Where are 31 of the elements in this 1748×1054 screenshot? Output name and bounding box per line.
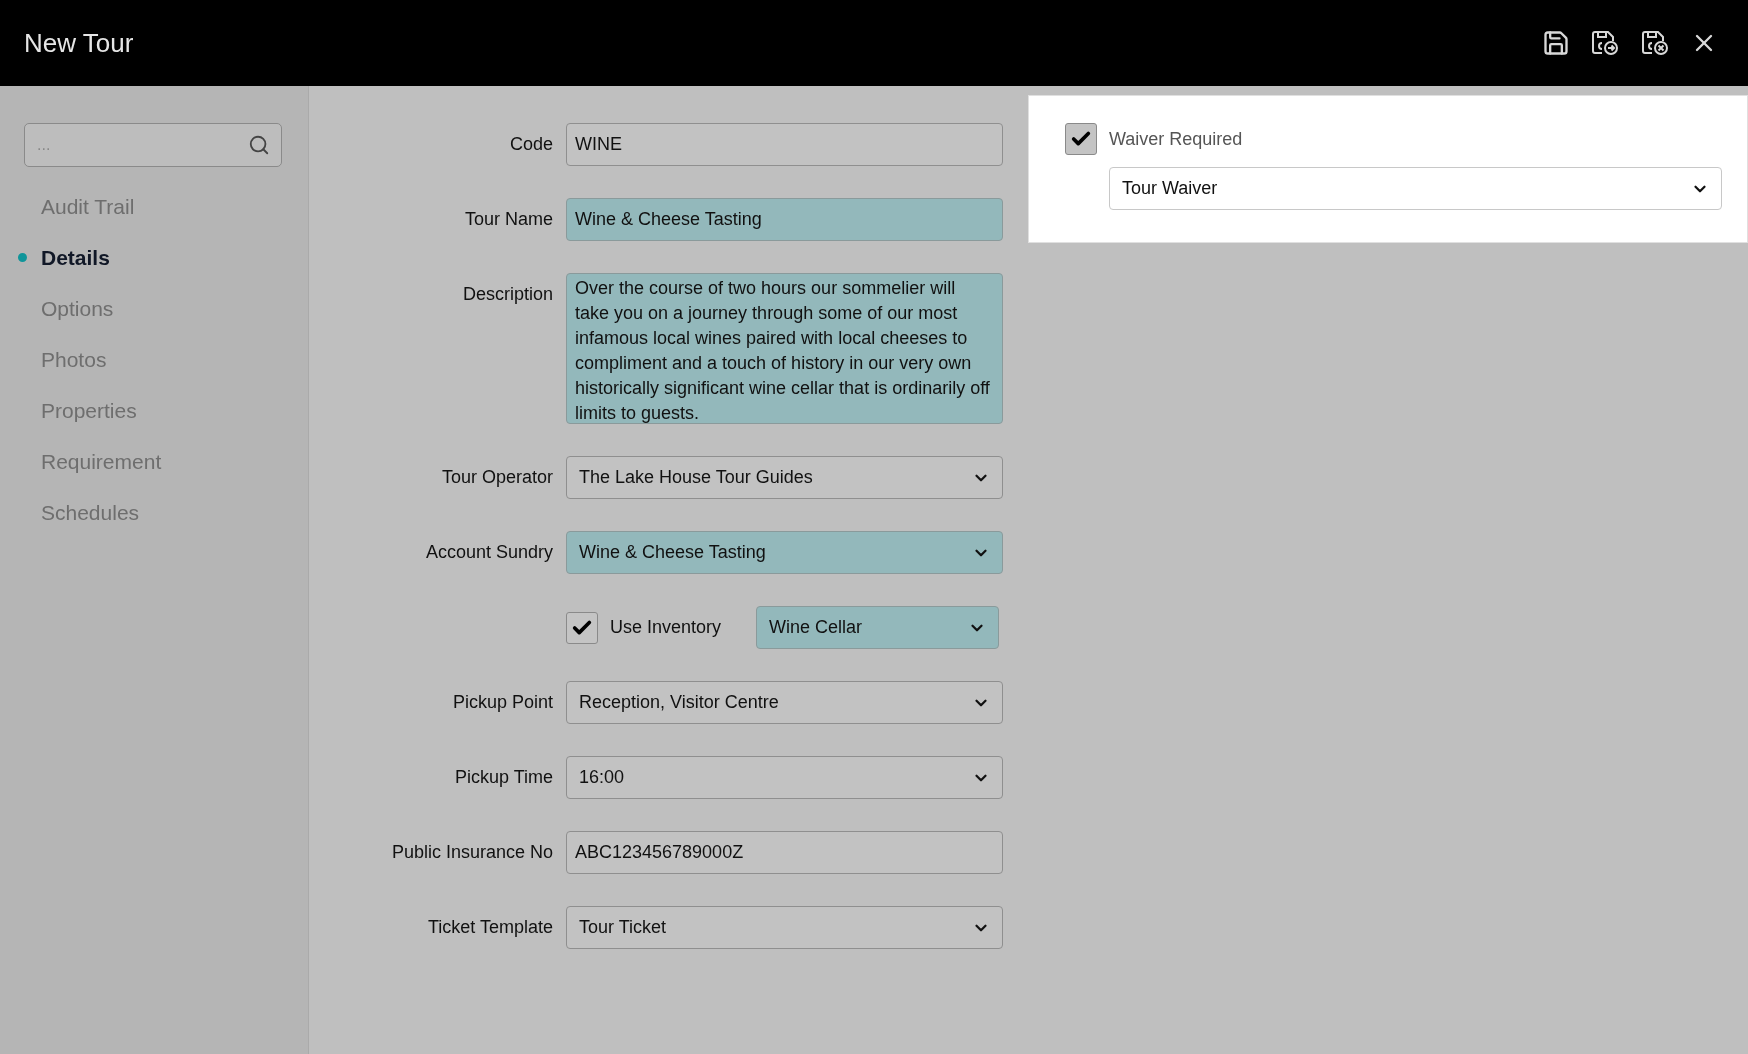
text-field[interactable]: Wine & Cheese Tasting: [566, 198, 1003, 241]
checkbox[interactable]: [1065, 123, 1097, 155]
checkbox[interactable]: [566, 611, 598, 644]
field-label: Pickup Time: [454, 766, 553, 789]
text-field[interactable]: ABC123456789000Z: [566, 831, 1003, 874]
search-icon: [248, 134, 270, 156]
checkbox-label: Use Inventory: [610, 616, 723, 639]
checkbox-label: Waiver Required: [1109, 127, 1243, 151]
sidebar-item[interactable]: Details: [41, 241, 110, 274]
text-field[interactable]: WINE: [566, 123, 1003, 166]
dropdown[interactable]: Reception, Visitor Centre: [566, 681, 1003, 724]
field-label: Code: [509, 133, 553, 156]
save-icon[interactable]: [1542, 29, 1570, 57]
dropdown[interactable]: Wine & Cheese Tasting: [566, 531, 1003, 574]
field-label: Description: [462, 283, 553, 306]
dropdown[interactable]: 16:00: [566, 756, 1003, 799]
dropdown[interactable]: The Lake House Tour Guides: [566, 456, 1003, 499]
dropdown[interactable]: Wine Cellar: [756, 606, 999, 649]
dropdown[interactable]: Tour Ticket: [566, 906, 1003, 949]
field-label: Tour Operator: [441, 466, 553, 489]
search-field[interactable]: ...: [24, 123, 282, 167]
text-area[interactable]: Over the course of two hours our sommelier will take you on a journey through some of our most infamous local wines paired with local cheeses to compliment and a touch of history in our very own historically significant wine cellar that is ordinarily off limits to guests.: [566, 273, 1003, 424]
field-label: Pickup Point: [452, 691, 553, 714]
field-label: Ticket Template: [427, 916, 553, 939]
field-label: Public Insurance No: [391, 841, 553, 864]
field-label: Account Sundry: [425, 541, 553, 564]
window-title: New Tour: [24, 26, 134, 60]
dropdown[interactable]: Tour Waiver: [1109, 167, 1722, 210]
save-forward-icon[interactable]: [1590, 29, 1620, 57]
field-label: Tour Name: [464, 208, 553, 231]
save-close-icon[interactable]: [1640, 29, 1670, 57]
